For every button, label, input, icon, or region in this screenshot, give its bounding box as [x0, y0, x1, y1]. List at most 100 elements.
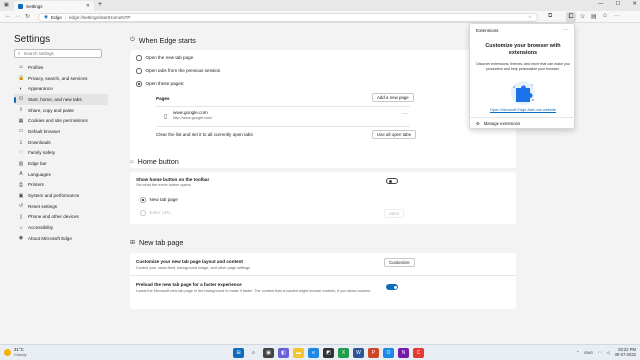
- sidebar-item[interactable]: ▣ System and performance: [14, 190, 108, 201]
- home-button-heading: ⌂ Home button: [130, 157, 179, 166]
- sidebar-item[interactable]: ♡ Family safety: [14, 148, 108, 159]
- puzzle-illustration-icon: [511, 81, 535, 105]
- edge-taskbar-icon[interactable]: e: [308, 348, 319, 358]
- close-window-button[interactable]: ✕: [632, 1, 637, 7]
- divider: [470, 117, 576, 118]
- save-button[interactable]: Save: [384, 209, 405, 218]
- favorite-star-icon[interactable]: ☆: [528, 14, 532, 20]
- minimize-button[interactable]: —: [598, 1, 604, 7]
- cookie-icon: ▦: [18, 117, 24, 124]
- store-icon[interactable]: ◩: [323, 348, 334, 358]
- sidebar-item[interactable]: ▥ Edge bar: [14, 158, 108, 169]
- divider: [130, 275, 516, 276]
- maximize-button[interactable]: ☐: [615, 1, 620, 7]
- home-button-card: Show home button on the toolbar Set what…: [130, 172, 516, 224]
- share-icon: ⇪: [18, 107, 24, 114]
- new-tab-icon: ⊞: [130, 240, 136, 246]
- phone-icon: ▯: [19, 213, 23, 220]
- profile-avatar-icon[interactable]: ☺: [602, 13, 608, 19]
- sidebar-item[interactable]: ▯ Phone and other devices: [14, 212, 108, 223]
- when-edge-starts-heading: ⏻ When Edge starts: [130, 36, 196, 45]
- sidebar-item[interactable]: ⎙ Printers: [14, 180, 108, 191]
- manage-extensions-button[interactable]: ⚙ Manage extensions: [476, 121, 520, 126]
- sidebar-item[interactable]: 🔒 Privacy, search, and services: [14, 73, 108, 84]
- widgets-icon[interactable]: ◧: [278, 348, 289, 358]
- tray-chevron-icon[interactable]: ⌃: [576, 350, 579, 355]
- pages-label: Pages: [156, 96, 170, 101]
- edge-page-icon: ◉: [44, 14, 49, 19]
- show-home-button-toggle[interactable]: [386, 178, 398, 184]
- option-new-tab-page[interactable]: Open the new tab page: [136, 55, 193, 61]
- extensions-more-icon[interactable]: ···: [563, 27, 569, 33]
- sidebar-item-label: Edge bar: [28, 161, 47, 167]
- weather-widget[interactable]: 31°C Cloudy: [4, 347, 26, 357]
- preload-toggle[interactable]: [386, 284, 398, 290]
- customize-desc: Control your news feed, background image…: [136, 266, 251, 270]
- profile-icon: ☺: [18, 64, 24, 71]
- sidebar-item[interactable]: ⏻ Start, home, and new tabs: [14, 94, 108, 105]
- task-view-icon[interactable]: ▣: [263, 348, 274, 358]
- extensions-icon[interactable]: ⧠: [566, 12, 576, 22]
- refresh-icon[interactable]: ↻: [25, 13, 30, 20]
- radio-icon: [140, 210, 146, 216]
- excel-icon[interactable]: X: [338, 348, 349, 358]
- sidebar-item[interactable]: ⤓ Downloads: [14, 137, 108, 148]
- start-icon[interactable]: ⊞: [233, 348, 244, 358]
- option-label: Open tabs from the previous session: [145, 68, 221, 74]
- onenote-icon[interactable]: N: [398, 348, 409, 358]
- address-bar[interactable]: ◉ Edge | edge://settings/startHomeNTP ☆: [38, 12, 538, 22]
- sidebar-item[interactable]: ▦ Cookies and site permissions: [14, 115, 108, 126]
- weather-icon: [4, 348, 11, 356]
- settings-more-icon[interactable]: ···: [614, 13, 620, 19]
- volume-icon[interactable]: ◁: [607, 350, 610, 355]
- collections-icon[interactable]: ▤: [591, 13, 597, 20]
- wifi-icon[interactable]: ◠: [598, 350, 602, 355]
- sidebar-item-label: Accessibility: [28, 225, 54, 231]
- option-label: Open these pages:: [145, 81, 185, 87]
- tab-settings[interactable]: Settings ✕: [14, 1, 94, 11]
- option-previous-session[interactable]: Open tabs from the previous session: [136, 68, 220, 74]
- clock[interactable]: 03:22 PM 30-07-2022: [615, 347, 636, 357]
- page-more-icon[interactable]: ···: [402, 111, 408, 117]
- customize-button[interactable]: Customize: [384, 258, 415, 267]
- app-icon[interactable]: C: [413, 348, 424, 358]
- sidebar-item[interactable]: A Languages: [14, 169, 108, 180]
- search-settings-input[interactable]: ⌕ Search settings: [14, 49, 102, 58]
- divider: [156, 106, 410, 107]
- tab-close-icon[interactable]: ✕: [86, 3, 90, 9]
- word-icon[interactable]: W: [353, 348, 364, 358]
- file-explorer-icon[interactable]: ▬: [293, 348, 304, 358]
- manage-extensions-label: Manage extensions: [483, 121, 521, 126]
- sidebar-item[interactable]: ⇪ Share, copy and paste: [14, 105, 108, 116]
- favorites-icon[interactable]: ✩: [580, 13, 585, 20]
- back-icon[interactable]: ←: [5, 13, 11, 19]
- language-icon: A: [19, 171, 23, 178]
- outlook-icon[interactable]: O: [383, 348, 394, 358]
- edge-addons-link[interactable]: Open Microsoft Edge Add-ons website: [474, 107, 572, 112]
- use-all-open-tabs-button[interactable]: Use all open tabs: [372, 130, 416, 139]
- language-indicator[interactable]: ENG: [584, 350, 593, 355]
- extensions-description: Discover extensions, themes, and more th…: [476, 62, 570, 71]
- add-new-page-button[interactable]: Add a new page: [372, 93, 414, 102]
- forward-icon[interactable]: →: [15, 13, 21, 19]
- system-icon: ▣: [18, 192, 24, 199]
- sidebar-item[interactable]: ☺ Profiles: [14, 62, 108, 73]
- tab-actions-icon[interactable]: ▣: [4, 2, 9, 8]
- sidebar-item[interactable]: ↺ Reset settings: [14, 201, 108, 212]
- sidebar-item[interactable]: ◉ About Microsoft Edge: [14, 233, 108, 244]
- sidebar-item[interactable]: ▭ Default browser: [14, 126, 108, 137]
- search-icon[interactable]: ⌕: [248, 348, 259, 358]
- powerpoint-icon[interactable]: P: [368, 348, 379, 358]
- sidebar-item[interactable]: ◐ Appearance: [14, 83, 108, 94]
- split-screen-icon[interactable]: ⧉: [548, 13, 552, 20]
- sidebar-item-label: Downloads: [28, 139, 51, 145]
- option-label: Enter URL: [149, 210, 171, 216]
- option-open-these-pages[interactable]: Open these pages:: [136, 81, 184, 87]
- sidebar-item[interactable]: ☼ Accessibility: [14, 222, 108, 233]
- option-home-enter-url[interactable]: Enter URL: [140, 210, 171, 216]
- page-document-icon: ▯: [164, 114, 168, 120]
- download-icon: ⤓: [19, 139, 23, 146]
- new-tab-page-card: Customize your new tab page layout and c…: [130, 253, 516, 309]
- option-home-new-tab-page[interactable]: New tab page: [140, 197, 178, 203]
- new-tab-button[interactable]: +: [98, 1, 102, 8]
